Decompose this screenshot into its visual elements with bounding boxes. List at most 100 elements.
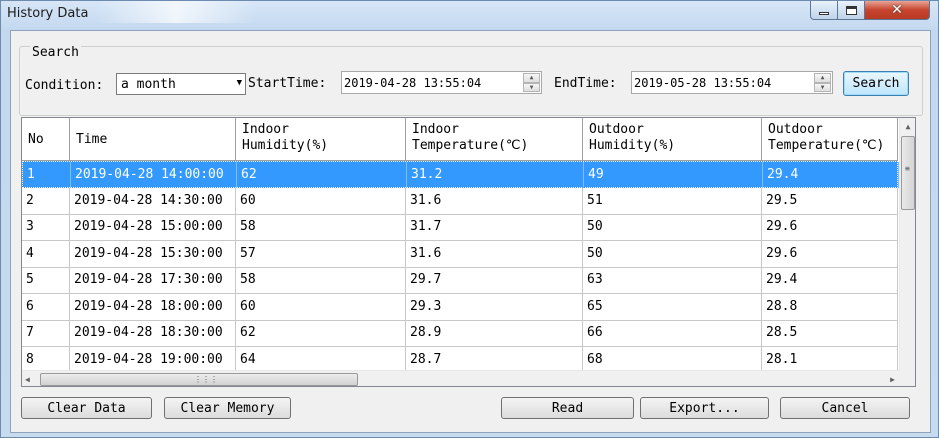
spin-down-icon[interactable]: ▼ [523, 82, 540, 92]
column-header-0[interactable]: No [22, 118, 70, 161]
dialog-client-area: Search Condition: a month ▼ StartTime: 2… [10, 30, 931, 433]
minimize-icon [819, 11, 829, 15]
end-time-field[interactable]: 2019-05-28 13:55:04 ▲ ▼ [631, 71, 833, 94]
table-cell: 1 [23, 162, 71, 188]
table-cell: 2019-04-28 18:30:00 [70, 320, 236, 346]
start-time-value: 2019-04-28 13:55:04 [344, 76, 482, 90]
horizontal-scrollbar[interactable]: ◀ ⋮⋮⋮ ▶ [22, 370, 899, 386]
table-row[interactable]: 6 2019-04-28 18:00:00 60 29.3 65 28.8 [22, 293, 898, 321]
close-button[interactable]: ✕ [865, 1, 930, 20]
table-cell: 58 [236, 214, 406, 240]
vertical-scroll-thumb[interactable]: ≡ [901, 136, 915, 210]
table-cell: 8 [22, 346, 70, 373]
table-cell: 7 [22, 320, 70, 346]
scroll-up-icon[interactable]: ▲ [900, 118, 915, 135]
history-data-window: History Data ✕ Search Condition: a month… [0, 0, 939, 438]
table-cell: 60 [236, 187, 406, 214]
column-header-3[interactable]: Indoor Temperature(℃) [406, 118, 583, 161]
column-header-line1: Outdoor [589, 122, 644, 137]
table-row[interactable]: 1 2019-04-28 14:00:00 62 31.2 49 29.4 [22, 161, 899, 188]
end-time-label: EndTime: [554, 76, 617, 91]
scroll-left-icon[interactable]: ◀ [25, 371, 30, 386]
table-cell: 65 [583, 293, 762, 320]
title-glow [96, 1, 256, 23]
table-cell: 29.3 [406, 293, 583, 320]
table-row[interactable]: 5 2019-04-28 17:30:00 58 29.7 63 29.4 [22, 267, 898, 294]
maximize-button[interactable] [838, 1, 865, 20]
close-icon: ✕ [891, 2, 903, 18]
history-data-grid[interactable]: No Time Indoor Humidity(%) Indoor Temperature… [21, 117, 916, 387]
table-cell: 28.9 [406, 320, 583, 346]
column-header-line1: Outdoor [768, 122, 823, 137]
table-cell: 51 [583, 187, 762, 214]
read-button[interactable]: Read [501, 397, 634, 419]
scroll-right-icon[interactable]: ▶ [890, 371, 895, 386]
spin-up-icon[interactable]: ▲ [523, 73, 540, 83]
table-row[interactable]: 7 2019-04-28 18:30:00 62 28.9 66 28.5 [22, 320, 898, 347]
spin-down-icon[interactable]: ▼ [814, 82, 831, 92]
vertical-scrollbar[interactable]: ▲ ≡ [899, 118, 915, 370]
table-cell: 31.6 [406, 187, 583, 214]
column-header-line2: Temperature(℃) [412, 138, 529, 153]
column-header-1[interactable]: Time [70, 118, 236, 161]
table-cell: 49 [584, 162, 763, 188]
table-cell: 2019-04-28 19:00:00 [70, 346, 236, 373]
window-title: History Data [7, 6, 89, 21]
clear-data-button[interactable]: Clear Data [21, 397, 152, 419]
column-header-line2: Temperature(℃) [768, 138, 885, 153]
table-cell: 6 [22, 293, 70, 320]
column-header-line1: Indoor [242, 122, 289, 137]
column-header-4[interactable]: Outdoor Humidity(%) [583, 118, 762, 161]
spin-up-icon[interactable]: ▲ [814, 73, 831, 83]
table-cell: 62 [236, 320, 406, 346]
condition-select[interactable]: a month ▼ [116, 73, 246, 95]
condition-label: Condition: [25, 78, 104, 93]
table-cell: 29.6 [762, 214, 898, 240]
cancel-button[interactable]: Cancel [780, 397, 910, 419]
maximize-icon [845, 5, 857, 15]
table-cell: 29.4 [762, 267, 898, 293]
column-header-line1: No [28, 132, 44, 147]
horizontal-scroll-thumb[interactable]: ⋮⋮⋮ [40, 373, 358, 386]
export-button[interactable]: Export... [640, 397, 769, 419]
table-cell: 58 [236, 267, 406, 293]
minimize-button[interactable] [810, 1, 838, 20]
table-cell: 28.7 [406, 346, 583, 373]
table-cell: 31.2 [407, 162, 584, 188]
title-bar[interactable]: History Data ✕ [1, 1, 938, 29]
grid-header: No Time Indoor Humidity(%) Indoor Temperature… [22, 118, 898, 161]
end-time-spinner[interactable]: ▲ ▼ [814, 73, 831, 92]
table-cell: 2019-04-28 14:30:00 [70, 187, 236, 214]
table-cell: 29.6 [762, 240, 898, 267]
start-time-spinner[interactable]: ▲ ▼ [523, 73, 540, 92]
table-cell: 66 [583, 320, 762, 346]
table-cell: 28.1 [762, 346, 898, 373]
start-time-field[interactable]: 2019-04-28 13:55:04 ▲ ▼ [341, 71, 542, 94]
table-row[interactable]: 4 2019-04-28 15:30:00 57 31.6 50 29.6 [22, 240, 898, 268]
table-cell: 50 [583, 214, 762, 240]
search-group-label: Search [30, 45, 81, 60]
grip-icon: ⋮⋮⋮ [194, 375, 218, 384]
table-cell: 2019-04-28 14:00:00 [71, 162, 237, 188]
search-button[interactable]: Search [843, 71, 909, 96]
end-time-value: 2019-05-28 13:55:04 [634, 76, 772, 90]
table-cell: 2019-04-28 15:30:00 [70, 240, 236, 267]
table-cell: 29.5 [762, 187, 898, 214]
column-header-5[interactable]: Outdoor Temperature(℃) [762, 118, 898, 161]
grip-icon: ≡ [905, 164, 910, 173]
table-cell: 28.5 [762, 320, 898, 346]
table-row[interactable]: 3 2019-04-28 15:00:00 58 31.7 50 29.6 [22, 214, 898, 241]
condition-value: a month [121, 77, 176, 92]
column-header-2[interactable]: Indoor Humidity(%) [236, 118, 406, 161]
table-cell: 57 [236, 240, 406, 267]
table-cell: 64 [236, 346, 406, 373]
table-cell: 28.8 [762, 293, 898, 320]
column-header-line2: Humidity(%) [242, 138, 329, 153]
table-row[interactable]: 2 2019-04-28 14:30:00 60 31.6 51 29.5 [22, 187, 898, 215]
table-cell: 4 [22, 240, 70, 267]
clear-memory-button[interactable]: Clear Memory [164, 397, 291, 419]
table-cell: 60 [236, 293, 406, 320]
dropdown-arrow-icon: ▼ [236, 78, 242, 88]
table-cell: 2019-04-28 17:30:00 [70, 267, 236, 293]
scrollbar-corner [899, 370, 915, 386]
